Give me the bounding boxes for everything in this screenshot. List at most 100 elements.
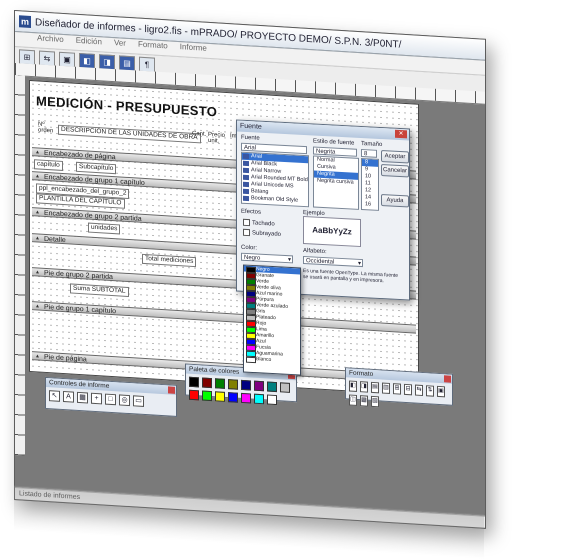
font-sample-preview: AaBbYyZz: [303, 215, 361, 247]
format-tool-icon[interactable]: ◫: [349, 394, 357, 406]
vertical-ruler: [15, 75, 25, 456]
color-select[interactable]: Negro ▾: [241, 252, 293, 264]
format-tool-icon[interactable]: ▦: [360, 395, 368, 407]
field-capitulo[interactable]: capítulo: [34, 159, 63, 171]
format-tool-icon[interactable]: ⊟: [404, 383, 412, 396]
font-style-list[interactable]: Normal Cursiva Negrita Negrita cursiva: [313, 155, 359, 210]
format-palette-icons: ◧ ◨ ▤ ▥ ⊞ ⊟ ⇆ ⇅ ▣ ◫ ▦ ▧: [346, 377, 452, 414]
color-swatch[interactable]: [267, 394, 277, 406]
format-tool-icon[interactable]: ◧: [349, 380, 357, 392]
format-tool-icon[interactable]: ⊞: [393, 383, 401, 395]
color-dropdown-list[interactable]: Negro Granate Verde Verde oliva Azul marino P…: [243, 264, 301, 376]
column-header-cantidad[interactable]: Cant.: [192, 131, 206, 138]
toolbar-grid-icon[interactable]: ⊞: [19, 48, 35, 65]
font-dialog-title: Fuente: [240, 122, 262, 131]
font-style-label: Estilo de fuente: [313, 138, 355, 147]
format-tool-icon[interactable]: ▧: [371, 395, 379, 408]
field-suma-subtotal[interactable]: Suma SUBTOTAL: [70, 283, 129, 298]
field-subcapitulo[interactable]: Subcapítulo: [76, 161, 117, 175]
color-swatch[interactable]: [189, 376, 199, 388]
format-palette-title-text: Formato: [349, 369, 374, 378]
toolbar-align-left-icon[interactable]: ◧: [79, 52, 95, 69]
font-type-icon: [243, 174, 249, 181]
color-swatch[interactable]: [228, 379, 238, 390]
script-select[interactable]: Occidental ▾: [303, 255, 363, 268]
color-swatch[interactable]: [215, 391, 225, 402]
format-tool-icon[interactable]: ⇅: [426, 385, 434, 397]
cancel-button[interactable]: Cancelar: [381, 164, 409, 178]
font-name-list[interactable]: Arial Arial Black Arial Narrow Arial Rounde…: [241, 151, 309, 208]
column-header-orden[interactable]: Nº orden: [38, 121, 54, 134]
menu-ver[interactable]: Ver: [114, 38, 126, 53]
color-swatch[interactable]: [228, 392, 238, 403]
cross-icon[interactable]: +: [91, 392, 102, 405]
controls-palette: Controles de informe ↖ A ▦ + □ ◎ ▭: [45, 376, 177, 417]
format-palette: Formato ◧ ◨ ▤ ▥ ⊞ ⊟ ⇆ ⇅ ▣ ◫ ▦ ▧: [345, 367, 453, 408]
font-type-icon: [243, 160, 249, 167]
text-icon[interactable]: A: [63, 390, 74, 403]
color-option-swatch: [246, 356, 256, 364]
effects-label: Efectos: [241, 208, 262, 216]
scene: m Diseñador de informes - ligro2.fis - m…: [0, 0, 587, 559]
menu-informe[interactable]: Informe: [180, 42, 207, 58]
toolbar-box-icon[interactable]: ▣: [59, 51, 75, 68]
box-icon[interactable]: ▭: [133, 395, 144, 407]
field-unidades[interactable]: unidades: [88, 222, 121, 235]
color-swatch[interactable]: [189, 389, 199, 401]
font-type-icon: [243, 153, 249, 160]
report-heading[interactable]: MEDICIÓN - PRESUPUESTO: [36, 93, 217, 119]
font-size-label: Tamaño: [361, 140, 383, 149]
underline-checkbox[interactable]: Subrayado: [243, 228, 281, 238]
rectangle-icon[interactable]: □: [105, 393, 116, 406]
color-label: Color:: [241, 244, 258, 252]
format-tool-icon[interactable]: ▥: [382, 382, 390, 394]
color-swatch[interactable]: [254, 393, 264, 405]
image-icon[interactable]: ▦: [77, 391, 88, 404]
font-list-item-label: Arial: [251, 153, 263, 160]
checkbox-box: [243, 228, 250, 237]
menu-edicion[interactable]: Edición: [76, 36, 102, 52]
menu-formato[interactable]: Formato: [138, 40, 168, 56]
font-type-icon: [243, 181, 249, 188]
font-type-icon: [243, 195, 249, 202]
font-list-item-label: Batang: [251, 188, 269, 196]
accept-button[interactable]: Aceptar: [381, 150, 409, 164]
chevron-down-icon[interactable]: ▾: [358, 260, 361, 268]
color-swatch[interactable]: [202, 377, 212, 389]
toolbar-layout-icon[interactable]: ▤: [119, 54, 135, 71]
pointer-icon[interactable]: ↖: [49, 390, 60, 402]
toolbar-swap-icon[interactable]: ⇆: [39, 50, 55, 67]
color-swatch[interactable]: [267, 381, 277, 393]
circle-icon[interactable]: ◎: [119, 394, 130, 407]
format-tool-icon[interactable]: ⇆: [415, 384, 423, 397]
color-option-label: Blanco: [256, 356, 272, 363]
color-swatch[interactable]: [241, 392, 251, 404]
close-icon[interactable]: [444, 375, 451, 383]
strikeout-checkbox[interactable]: Tachado: [243, 218, 275, 228]
column-header-descripcion[interactable]: DESCRIPCIÓN DE LAS UNIDADES DE OBRA: [58, 124, 201, 144]
close-icon[interactable]: ✕: [395, 129, 407, 139]
color-swatch[interactable]: [215, 378, 225, 389]
toolbar-paragraph-icon[interactable]: ¶: [139, 56, 155, 73]
band-group1-footer[interactable]: Pie de grupo 1 capítulo: [32, 301, 416, 334]
chevron-down-icon[interactable]: ▾: [288, 256, 291, 264]
color-swatch[interactable]: [280, 382, 290, 393]
font-type-icon: [243, 167, 249, 174]
help-button[interactable]: Ayuda: [381, 194, 409, 208]
font-size-list-item[interactable]: 16: [362, 201, 378, 209]
color-swatch[interactable]: [202, 390, 212, 402]
font-size-input[interactable]: 8: [361, 148, 377, 158]
color-swatch[interactable]: [241, 379, 251, 391]
field-total-mediciones[interactable]: Total mediciones: [142, 253, 197, 268]
font-list-item-label: Bookman Old Style: [251, 195, 299, 204]
format-tool-icon[interactable]: ▤: [371, 381, 379, 394]
color-swatch[interactable]: [254, 380, 264, 392]
format-tool-icon[interactable]: ◨: [360, 381, 368, 393]
column-header-precio[interactable]: Precio unit.: [208, 132, 226, 145]
font-size-list[interactable]: 8 9 10 11 12 14 16: [361, 157, 379, 211]
format-tool-icon[interactable]: ▣: [437, 385, 445, 398]
toolbar-align-right-icon[interactable]: ◨: [99, 53, 115, 70]
menu-archivo[interactable]: Archivo: [37, 33, 64, 49]
close-icon[interactable]: [168, 386, 175, 394]
font-style-list-item[interactable]: Negrita cursiva: [314, 178, 358, 187]
